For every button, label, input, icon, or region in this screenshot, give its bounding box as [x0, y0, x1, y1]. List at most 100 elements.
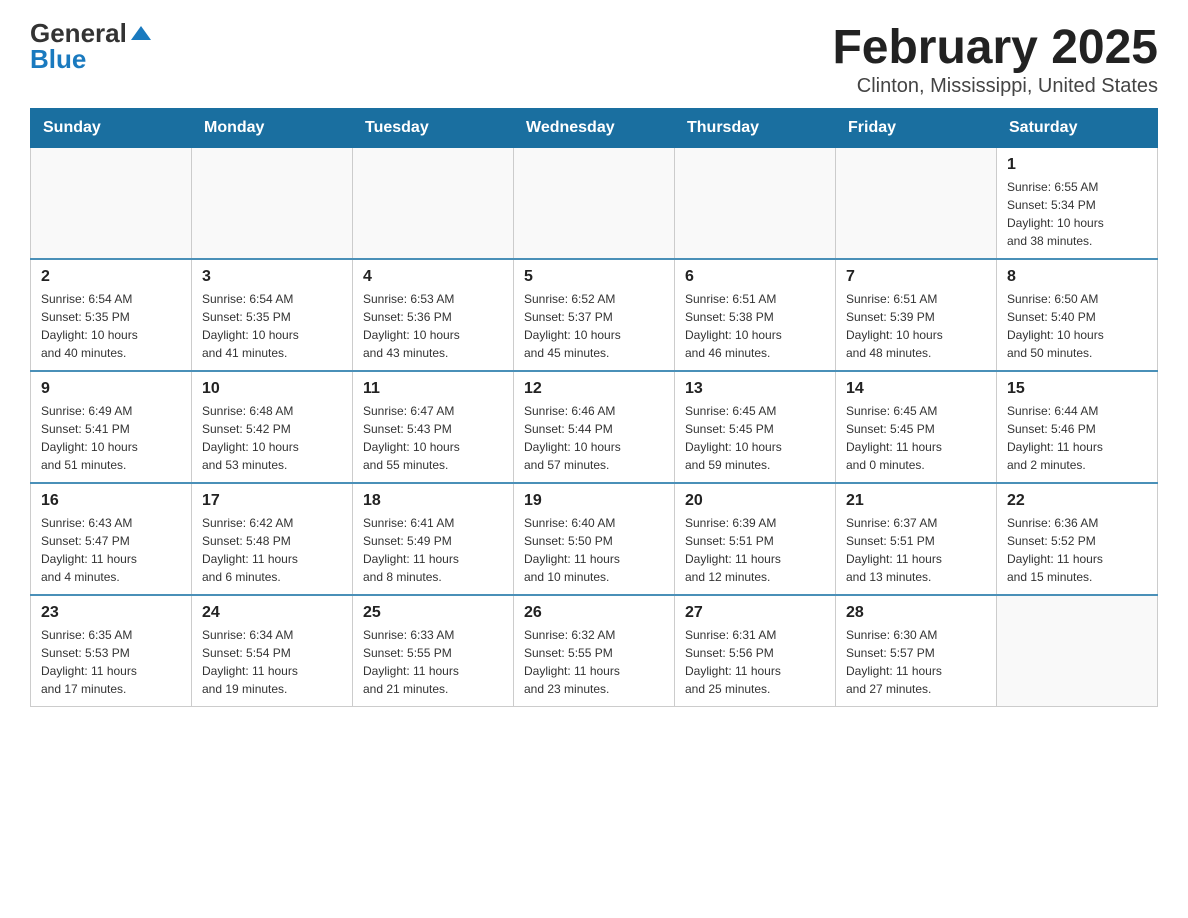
day-number: 8 — [1007, 268, 1147, 286]
day-info: Sunrise: 6:35 AM Sunset: 5:53 PM Dayligh… — [41, 626, 181, 698]
day-info: Sunrise: 6:47 AM Sunset: 5:43 PM Dayligh… — [363, 402, 503, 474]
calendar-cell: 1 Sunrise: 6:55 AM Sunset: 5:34 PM Daylig… — [997, 148, 1158, 260]
day-number: 4 — [363, 268, 503, 286]
day-info: Sunrise: 6:50 AM Sunset: 5:40 PM Dayligh… — [1007, 290, 1147, 362]
calendar-cell: 15 Sunrise: 6:44 AM Sunset: 5:46 PM Dayli… — [997, 371, 1158, 483]
calendar-week-row: 16 Sunrise: 6:43 AM Sunset: 5:47 PM Dayli… — [31, 483, 1158, 595]
day-number: 21 — [846, 492, 986, 510]
day-info: Sunrise: 6:41 AM Sunset: 5:49 PM Dayligh… — [363, 514, 503, 586]
day-info: Sunrise: 6:36 AM Sunset: 5:52 PM Dayligh… — [1007, 514, 1147, 586]
calendar-cell: 26Sunrise: 6:32 AM Sunset: 5:55 PM Dayli… — [514, 595, 675, 707]
day-info: Sunrise: 6:51 AM Sunset: 5:39 PM Dayligh… — [846, 290, 986, 362]
day-info: Sunrise: 6:40 AM Sunset: 5:50 PM Dayligh… — [524, 514, 664, 586]
day-number: 6 — [685, 268, 825, 286]
logo: General Blue — [30, 20, 151, 72]
calendar-cell: 22 Sunrise: 6:36 AM Sunset: 5:52 PM Dayli… — [997, 483, 1158, 595]
day-info: Sunrise: 6:53 AM Sunset: 5:36 PM Dayligh… — [363, 290, 503, 362]
calendar-week-row: 9 Sunrise: 6:49 AM Sunset: 5:41 PM Daylig… — [31, 371, 1158, 483]
day-number: 3 — [202, 268, 342, 286]
location-text: Clinton, Mississippi, United States — [832, 75, 1158, 98]
logo-general-text: General — [30, 20, 127, 46]
calendar-cell: 21 Sunrise: 6:37 AM Sunset: 5:51 PM Dayli… — [836, 483, 997, 595]
day-info: Sunrise: 6:49 AM Sunset: 5:41 PM Dayligh… — [41, 402, 181, 474]
day-number: 22 — [1007, 492, 1147, 510]
day-number: 2 — [41, 268, 181, 286]
day-number: 28 — [846, 604, 986, 622]
day-number: 26 — [524, 604, 664, 622]
day-info: Sunrise: 6:34 AM Sunset: 5:54 PM Dayligh… — [202, 626, 342, 698]
calendar-cell — [514, 148, 675, 260]
day-info: Sunrise: 6:44 AM Sunset: 5:46 PM Dayligh… — [1007, 402, 1147, 474]
day-info: Sunrise: 6:54 AM Sunset: 5:35 PM Dayligh… — [202, 290, 342, 362]
calendar-cell: 7 Sunrise: 6:51 AM Sunset: 5:39 PM Daylig… — [836, 259, 997, 371]
day-number: 25 — [363, 604, 503, 622]
day-number: 12 — [524, 380, 664, 398]
day-info: Sunrise: 6:42 AM Sunset: 5:48 PM Dayligh… — [202, 514, 342, 586]
day-number: 18 — [363, 492, 503, 510]
day-number: 7 — [846, 268, 986, 286]
calendar-cell — [192, 148, 353, 260]
day-number: 24 — [202, 604, 342, 622]
calendar-cell: 17 Sunrise: 6:42 AM Sunset: 5:48 PM Dayli… — [192, 483, 353, 595]
calendar-table: SundayMondayTuesdayWednesdayThursdayFrid… — [30, 108, 1158, 707]
calendar-cell — [836, 148, 997, 260]
calendar-cell: 10Sunrise: 6:48 AM Sunset: 5:42 PM Dayli… — [192, 371, 353, 483]
calendar-cell — [997, 595, 1158, 707]
day-info: Sunrise: 6:48 AM Sunset: 5:42 PM Dayligh… — [202, 402, 342, 474]
calendar-cell: 20 Sunrise: 6:39 AM Sunset: 5:51 PM Dayli… — [675, 483, 836, 595]
day-info: Sunrise: 6:55 AM Sunset: 5:34 PM Dayligh… — [1007, 178, 1147, 250]
calendar-cell: 3 Sunrise: 6:54 AM Sunset: 5:35 PM Daylig… — [192, 259, 353, 371]
title-section: February 2025 Clinton, Mississippi, Unit… — [832, 20, 1158, 98]
day-info: Sunrise: 6:39 AM Sunset: 5:51 PM Dayligh… — [685, 514, 825, 586]
day-info: Sunrise: 6:37 AM Sunset: 5:51 PM Dayligh… — [846, 514, 986, 586]
day-number: 9 — [41, 380, 181, 398]
day-info: Sunrise: 6:52 AM Sunset: 5:37 PM Dayligh… — [524, 290, 664, 362]
calendar-cell: 14 Sunrise: 6:45 AM Sunset: 5:45 PM Dayli… — [836, 371, 997, 483]
day-number: 27 — [685, 604, 825, 622]
day-number: 23 — [41, 604, 181, 622]
day-number: 13 — [685, 380, 825, 398]
calendar-cell: 8 Sunrise: 6:50 AM Sunset: 5:40 PM Daylig… — [997, 259, 1158, 371]
calendar-cell: 12 Sunrise: 6:46 AM Sunset: 5:44 PM Dayli… — [514, 371, 675, 483]
day-number: 17 — [202, 492, 342, 510]
day-number: 11 — [363, 380, 503, 398]
month-title: February 2025 — [832, 20, 1158, 75]
weekday-header-wednesday: Wednesday — [514, 109, 675, 148]
day-info: Sunrise: 6:33 AM Sunset: 5:55 PM Dayligh… — [363, 626, 503, 698]
day-info: Sunrise: 6:45 AM Sunset: 5:45 PM Dayligh… — [846, 402, 986, 474]
calendar-cell — [675, 148, 836, 260]
day-number: 1 — [1007, 156, 1147, 174]
weekday-header-tuesday: Tuesday — [353, 109, 514, 148]
day-number: 15 — [1007, 380, 1147, 398]
day-info: Sunrise: 6:43 AM Sunset: 5:47 PM Dayligh… — [41, 514, 181, 586]
day-info: Sunrise: 6:46 AM Sunset: 5:44 PM Dayligh… — [524, 402, 664, 474]
calendar-cell: 18 Sunrise: 6:41 AM Sunset: 5:49 PM Dayli… — [353, 483, 514, 595]
calendar-cell: 6 Sunrise: 6:51 AM Sunset: 5:38 PM Daylig… — [675, 259, 836, 371]
day-number: 14 — [846, 380, 986, 398]
calendar-cell: 9 Sunrise: 6:49 AM Sunset: 5:41 PM Daylig… — [31, 371, 192, 483]
calendar-cell — [353, 148, 514, 260]
weekday-header-friday: Friday — [836, 109, 997, 148]
day-number: 20 — [685, 492, 825, 510]
day-info: Sunrise: 6:54 AM Sunset: 5:35 PM Dayligh… — [41, 290, 181, 362]
calendar-cell: 4 Sunrise: 6:53 AM Sunset: 5:36 PM Daylig… — [353, 259, 514, 371]
calendar-cell: 28 Sunrise: 6:30 AM Sunset: 5:57 PM Dayli… — [836, 595, 997, 707]
day-number: 16 — [41, 492, 181, 510]
weekday-header-sunday: Sunday — [31, 109, 192, 148]
weekday-header-saturday: Saturday — [997, 109, 1158, 148]
logo-blue-text: Blue — [30, 46, 86, 72]
calendar-week-row: 23 Sunrise: 6:35 AM Sunset: 5:53 PM Dayli… — [31, 595, 1158, 707]
calendar-cell: 19Sunrise: 6:40 AM Sunset: 5:50 PM Dayli… — [514, 483, 675, 595]
calendar-cell: 24 Sunrise: 6:34 AM Sunset: 5:54 PM Dayli… — [192, 595, 353, 707]
calendar-cell — [31, 148, 192, 260]
day-info: Sunrise: 6:30 AM Sunset: 5:57 PM Dayligh… — [846, 626, 986, 698]
day-number: 5 — [524, 268, 664, 286]
calendar-cell: 16 Sunrise: 6:43 AM Sunset: 5:47 PM Dayli… — [31, 483, 192, 595]
day-info: Sunrise: 6:45 AM Sunset: 5:45 PM Dayligh… — [685, 402, 825, 474]
calendar-cell: 23 Sunrise: 6:35 AM Sunset: 5:53 PM Dayli… — [31, 595, 192, 707]
weekday-header-monday: Monday — [192, 109, 353, 148]
calendar-cell: 2 Sunrise: 6:54 AM Sunset: 5:35 PM Daylig… — [31, 259, 192, 371]
day-info: Sunrise: 6:51 AM Sunset: 5:38 PM Dayligh… — [685, 290, 825, 362]
calendar-cell: 13 Sunrise: 6:45 AM Sunset: 5:45 PM Dayli… — [675, 371, 836, 483]
page-header: General Blue February 2025 Clinton, Miss… — [30, 20, 1158, 98]
